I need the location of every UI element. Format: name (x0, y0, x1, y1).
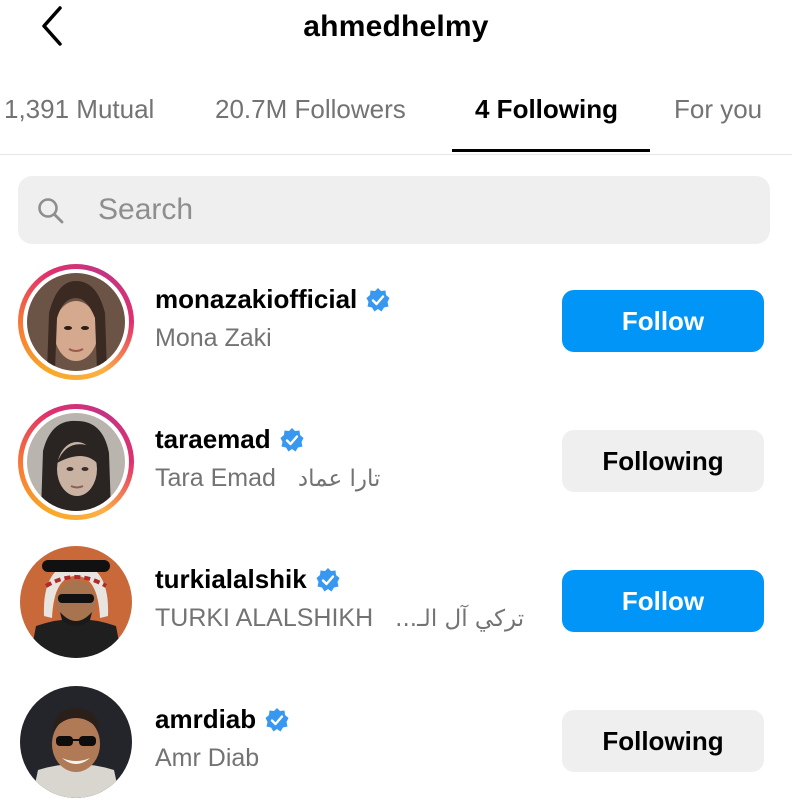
full-name-text: Tara Emad (155, 464, 276, 492)
page-title: ahmedhelmy (303, 10, 489, 43)
username-text: turkialalshik (155, 564, 307, 594)
verified-badge-icon (316, 567, 340, 591)
verified-badge-icon (366, 287, 390, 311)
tab-for-you[interactable]: For you (674, 94, 762, 125)
avatar[interactable] (18, 264, 134, 380)
list-item[interactable]: turkialalshik TURKI ALALSHIKH تركي آل الـ… (0, 538, 792, 670)
username-text: taraemad (155, 424, 271, 454)
username[interactable]: turkialalshik (155, 564, 341, 595)
verified-badge-icon (265, 707, 289, 731)
search-bar[interactable] (18, 176, 770, 244)
full-name: Amr Diab (155, 744, 259, 773)
username-text: amrdiab (155, 704, 257, 734)
avatar-photo (20, 546, 132, 658)
full-name-arabic: تركي آل الـ... (395, 606, 525, 632)
list-item[interactable]: amrdiab Amr Diab Following (0, 678, 792, 810)
avatar-photo (20, 686, 132, 798)
avatar[interactable] (18, 544, 134, 660)
follow-button[interactable]: Follow (562, 290, 764, 352)
top-bar: ahmedhelmy (0, 0, 792, 60)
username-text: monazakiofficial (155, 284, 358, 314)
avatar[interactable] (18, 684, 134, 800)
verified-badge-icon (280, 427, 304, 451)
full-name-text: Amr Diab (155, 744, 260, 772)
tab-following[interactable]: 4 Following (475, 94, 618, 125)
tab-mutual[interactable]: 1,391 Mutual (4, 94, 154, 125)
list-item[interactable]: taraemad Tara Emad تارا عماد Following (0, 398, 792, 530)
avatar-photo (27, 273, 125, 371)
tab-bar: 1,391 Mutual 20.7M Followers 4 Following… (0, 84, 792, 155)
username[interactable]: monazakiofficial (155, 284, 391, 315)
following-button[interactable]: Following (562, 430, 764, 492)
full-name-text: TURKI ALALSHIKH (155, 604, 374, 632)
full-name: TURKI ALALSHIKH تركي آل الـ... (155, 604, 524, 633)
username[interactable]: amrdiab (155, 704, 290, 735)
search-input[interactable] (98, 188, 738, 232)
full-name: Tara Emad تارا عماد (155, 464, 380, 493)
full-name: Mona Zaki (155, 324, 272, 353)
follow-button[interactable]: Follow (562, 570, 764, 632)
tab-followers[interactable]: 20.7M Followers (215, 94, 406, 125)
avatar-photo (27, 413, 125, 511)
active-tab-indicator (452, 149, 650, 152)
username[interactable]: taraemad (155, 424, 305, 455)
full-name-arabic: تارا عماد (297, 466, 381, 492)
avatar[interactable] (18, 404, 134, 520)
list-item[interactable]: monazakiofficial Mona Zaki Follow (0, 258, 792, 390)
full-name-text: Mona Zaki (155, 324, 272, 352)
search-icon (38, 198, 64, 224)
following-button[interactable]: Following (562, 710, 764, 772)
